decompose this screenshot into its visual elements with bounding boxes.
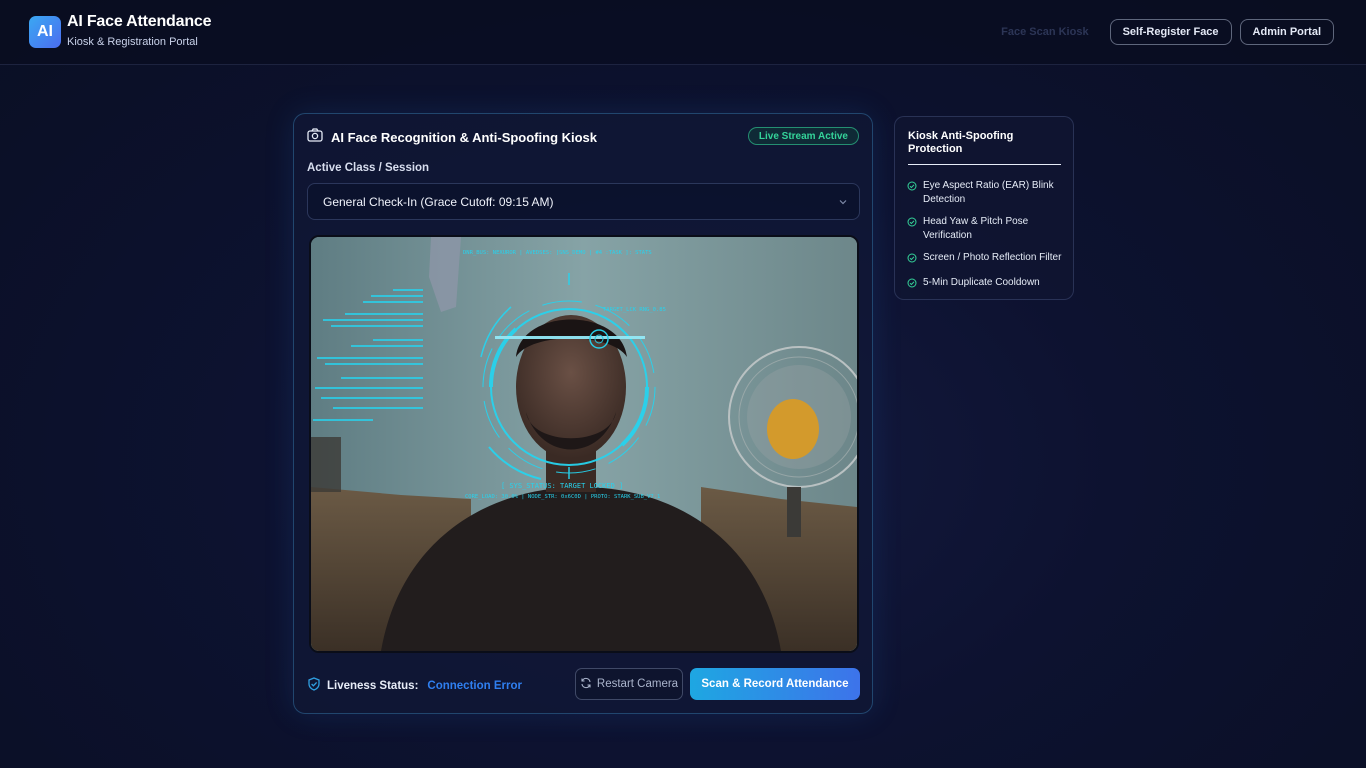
nav-admin-portal[interactable]: Admin Portal [1239,19,1334,45]
app-subtitle: Kiosk & Registration Portal [67,36,198,48]
protection-item-label: Head Yaw & Pitch Pose Verification [923,216,1029,241]
check-circle-icon [907,278,917,293]
kiosk-card-header: AI Face Recognition & Anti-Spoofing Kios… [307,128,597,147]
session-select[interactable]: General Check-In (Grace Cutoff: 09:15 AM… [307,183,860,220]
protection-item-label: 5-Min Duplicate Cooldown [923,277,1040,288]
kiosk-card: AI Face Recognition & Anti-Spoofing Kios… [293,113,873,714]
session-label: Active Class / Session [307,162,430,174]
camera-feed: DNR_BUS: NEXUROR | AVEDSES: [SNS_DEMO | … [309,235,859,653]
hud-bottom-text: CORE_LOAD: 30.0% | NODE_STR: 0x6C0D | PR… [465,494,660,500]
check-circle-icon [907,217,917,232]
panel-divider [908,164,1061,165]
hud-top-text: DNR_BUS: NEXUROR | AVEDSES: [SNS_DEMO | … [463,250,652,256]
liveness-value: Connection Error [427,679,522,692]
list-item: 5-Min Duplicate Cooldown [907,276,1067,293]
anti-spoofing-panel: Kiosk Anti-Spoofing Protection Eye Aspec… [894,116,1074,300]
top-header: AI AI Face Attendance Kiosk & Registrati… [0,0,1366,65]
refresh-icon [580,677,592,692]
list-item: Head Yaw & Pitch Pose Verification [907,215,1067,243]
camera-icon [307,128,323,147]
restart-camera-label: Restart Camera [596,678,679,690]
app-logo: AI [29,16,61,48]
list-item: Screen / Photo Reflection Filter [907,251,1067,268]
logo-text: AI [37,23,53,40]
panel-title: Kiosk Anti-Spoofing Protection [908,130,1014,155]
kiosk-title: AI Face Recognition & Anti-Spoofing Kios… [331,130,598,145]
shield-check-icon [307,677,321,694]
chevron-down-icon [837,196,849,211]
nav-face-scan-kiosk[interactable]: Face Scan Kiosk [988,19,1101,45]
liveness-label: Liveness Status: [327,679,419,692]
liveness-status: Liveness Status: Connection Error [307,677,522,694]
protection-item-label: Eye Aspect Ratio (EAR) Blink Detection [923,180,1054,205]
hud-status-text: [ SYS_STATUS: TARGET LOCKED ] [501,482,623,490]
app-title: AI Face Attendance [67,13,212,30]
hud-side-text: TARGET_LCK RNG_0.85 [603,307,666,313]
list-item: Eye Aspect Ratio (EAR) Blink Detection [907,179,1067,207]
protection-list: Eye Aspect Ratio (EAR) Blink Detection H… [907,179,1067,301]
protection-item-label: Screen / Photo Reflection Filter [923,252,1062,263]
session-select-value: General Check-In (Grace Cutoff: 09:15 AM… [323,194,554,209]
restart-camera-button[interactable]: Restart Camera [575,668,683,700]
check-circle-icon [907,181,917,196]
nav-self-register-face[interactable]: Self-Register Face [1109,19,1232,45]
check-circle-icon [907,253,917,268]
live-stream-badge: Live Stream Active [747,127,859,145]
scan-record-button[interactable]: Scan & Record Attendance [690,668,860,700]
top-nav: Face Scan Kiosk Self-Register Face Admin… [988,19,1334,45]
